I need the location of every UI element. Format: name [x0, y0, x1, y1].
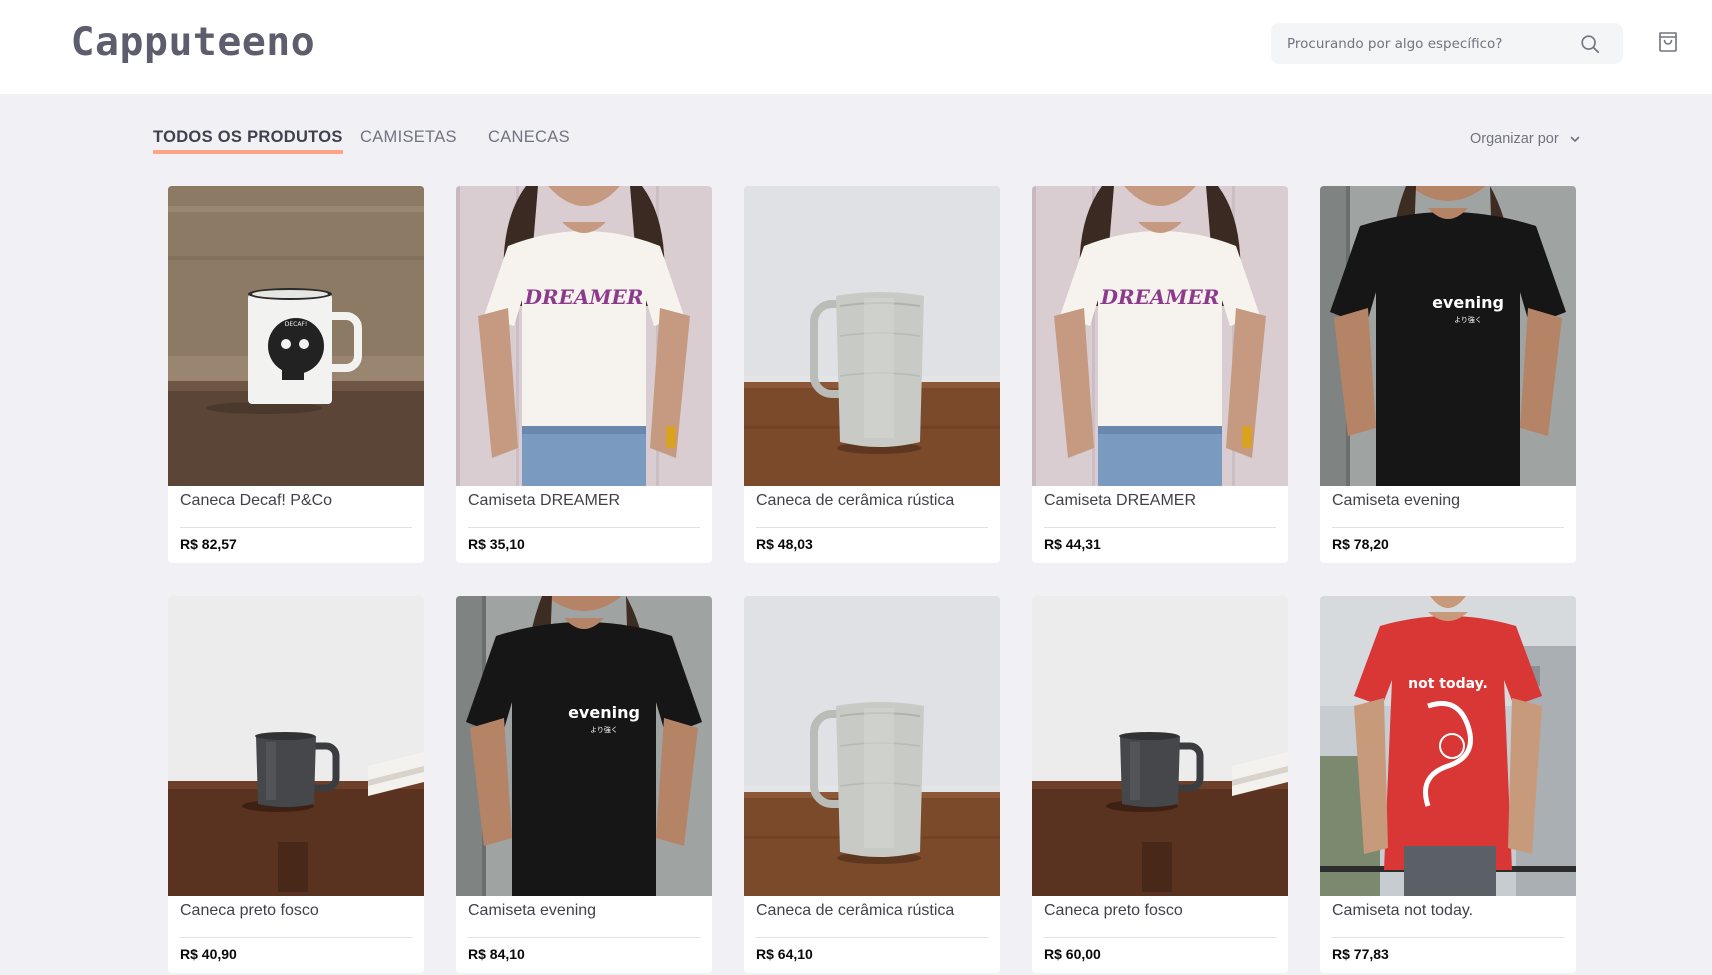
sort-dropdown[interactable]: Organizar por: [1470, 131, 1581, 147]
product-price: R$ 77,83: [1332, 946, 1389, 962]
product-image[interactable]: DECAF!: [168, 186, 424, 486]
product-card[interactable]: not today. Camiseta not today. R$ 77,83: [1320, 596, 1576, 973]
divider: [468, 937, 700, 938]
divider: [1044, 937, 1276, 938]
product-price: R$ 82,57: [180, 536, 237, 552]
product-name: Camiseta DREAMER: [468, 492, 621, 509]
product-price: R$ 48,03: [756, 536, 813, 552]
product-name: Caneca preto fosco: [180, 902, 319, 919]
product-card[interactable]: evening より強く Camiseta evening R$ 84,10: [456, 596, 712, 973]
product-card[interactable]: DECAF! Caneca Decaf! P&Co R$ 82,57: [168, 186, 424, 563]
product-photo: DREAMER: [1032, 186, 1288, 486]
product-price: R$ 64,10: [756, 946, 813, 962]
product-card[interactable]: Caneca preto fosco R$ 40,90: [168, 596, 424, 973]
divider: [756, 937, 988, 938]
product-image[interactable]: DREAMER: [1032, 186, 1288, 486]
divider: [468, 527, 700, 528]
product-price: R$ 60,00: [1044, 946, 1101, 962]
tab-mugs[interactable]: CANECAS: [488, 128, 570, 147]
product-name: Camiseta DREAMER: [1044, 492, 1197, 509]
search-box[interactable]: [1271, 23, 1623, 64]
product-photo: [168, 596, 424, 896]
product-image[interactable]: DREAMER: [456, 186, 712, 486]
product-price: R$ 84,10: [468, 946, 525, 962]
product-image[interactable]: [1032, 596, 1288, 896]
shirt-print-text: evening: [1432, 293, 1504, 312]
divider: [180, 527, 412, 528]
product-name: Caneca Decaf! P&Co: [180, 492, 333, 509]
product-price: R$ 40,90: [180, 946, 237, 962]
shirt-print-text: DREAMER: [1100, 285, 1220, 309]
divider: [756, 527, 988, 528]
product-image[interactable]: [744, 186, 1000, 486]
shopping-bag-icon[interactable]: [1656, 30, 1680, 54]
product-card[interactable]: Caneca de cerâmica rústica R$ 48,03: [744, 186, 1000, 563]
logo[interactable]: Capputeeno: [71, 20, 316, 65]
product-image[interactable]: evening より強く: [456, 596, 712, 896]
product-image[interactable]: not today.: [1320, 596, 1576, 896]
product-card[interactable]: Caneca de cerâmica rústica R$ 64,10: [744, 596, 1000, 973]
search-icon[interactable]: [1579, 33, 1601, 55]
shirt-print-text: not today.: [1408, 676, 1488, 692]
product-photo: [744, 186, 1000, 486]
product-name: Caneca de cerâmica rústica: [756, 902, 955, 919]
divider: [180, 937, 412, 938]
search-input[interactable]: [1271, 23, 1571, 64]
top-bar: Capputeeno: [0, 0, 1712, 94]
shirt-print-subtext: より強く: [590, 726, 618, 734]
shirt-print-text: evening: [568, 703, 640, 722]
divider: [1044, 527, 1276, 528]
chevron-down-icon: [1570, 136, 1579, 142]
product-photo: [744, 596, 1000, 896]
product-photo: DECAF!: [168, 186, 424, 486]
product-name: Camiseta evening: [1332, 492, 1461, 509]
product-photo: evening より強く: [1320, 186, 1576, 486]
product-photo: not today.: [1320, 596, 1576, 896]
tab-shirts[interactable]: CAMISETAS: [360, 128, 457, 147]
product-name: Caneca de cerâmica rústica: [756, 492, 955, 509]
product-price: R$ 35,10: [468, 536, 525, 552]
product-photo: evening より強く: [456, 596, 712, 896]
divider: [1332, 527, 1564, 528]
product-photo: DREAMER: [456, 186, 712, 486]
product-name: Camiseta not today.: [1332, 902, 1474, 919]
product-price: R$ 78,20: [1332, 536, 1389, 552]
sort-label: Organizar por: [1470, 131, 1559, 147]
shirt-print-subtext: より強く: [1454, 316, 1482, 324]
product-card[interactable]: DREAMER Camiseta DREAMER R$ 35,10: [456, 186, 712, 563]
product-photo: [1032, 596, 1288, 896]
product-name: Caneca preto fosco: [1044, 902, 1183, 919]
product-card[interactable]: evening より強く Camiseta evening R$ 78,20: [1320, 186, 1576, 563]
divider: [1332, 937, 1564, 938]
product-card[interactable]: DREAMER Camiseta DREAMER R$ 44,31: [1032, 186, 1288, 563]
product-price: R$ 44,31: [1044, 536, 1101, 552]
shirt-print-text: DREAMER: [524, 285, 644, 309]
product-image[interactable]: evening より強く: [1320, 186, 1576, 486]
product-card[interactable]: Caneca preto fosco R$ 60,00: [1032, 596, 1288, 973]
mug-text: DECAF!: [285, 321, 308, 328]
product-name: Camiseta evening: [468, 902, 597, 919]
tab-all-products[interactable]: TODOS OS PRODUTOS: [153, 128, 343, 154]
product-image[interactable]: [744, 596, 1000, 896]
product-image[interactable]: [168, 596, 424, 896]
